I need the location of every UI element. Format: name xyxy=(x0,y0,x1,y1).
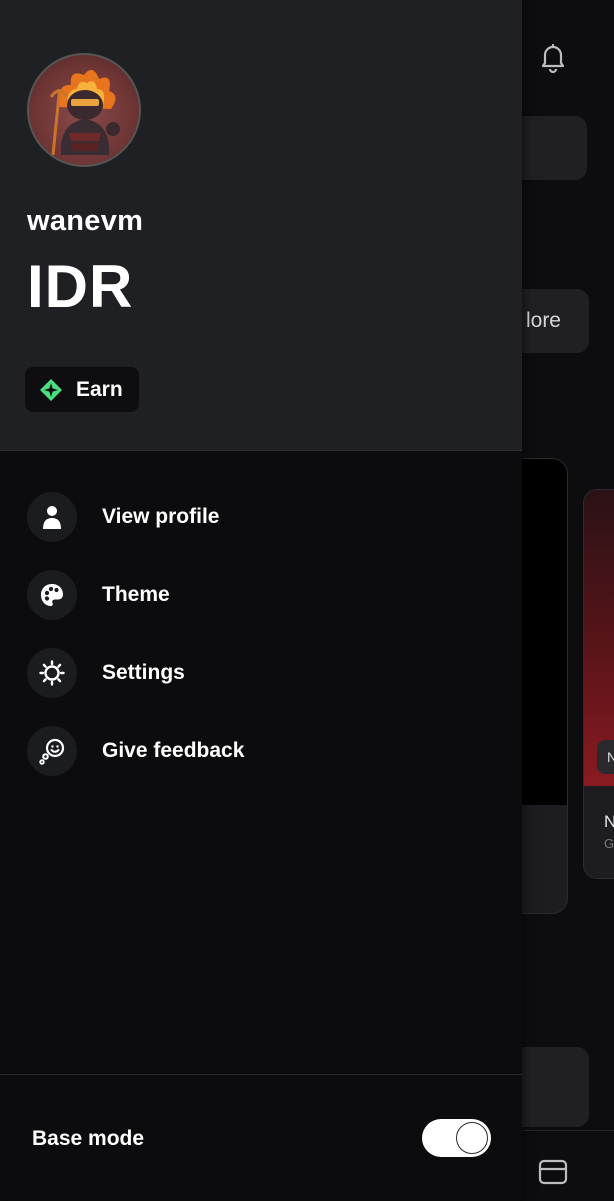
tile-subtitle: G xyxy=(604,836,614,851)
avatar-image xyxy=(49,69,120,156)
tile-title: N xyxy=(604,812,614,832)
menu-item-label: Theme xyxy=(102,583,170,606)
drawer-menu: View profile Theme Settings Give feedbac… xyxy=(0,478,522,790)
username: wanevm xyxy=(27,205,144,237)
toggle-knob xyxy=(456,1122,488,1154)
more-button-label: lore xyxy=(525,309,561,332)
palette-icon xyxy=(27,570,77,620)
menu-item-view-profile[interactable]: View profile xyxy=(0,478,522,556)
base-mode-toggle[interactable] xyxy=(422,1119,491,1157)
currency-label: IDR xyxy=(27,253,134,320)
menu-item-theme[interactable]: Theme xyxy=(0,556,522,634)
tile-tag: N xyxy=(597,740,614,774)
content-tile[interactable]: N N G xyxy=(583,489,614,879)
menu-item-label: Give feedback xyxy=(102,739,245,762)
bell-icon[interactable] xyxy=(536,40,570,74)
wallet-icon[interactable] xyxy=(537,1156,569,1188)
earn-button[interactable]: Earn xyxy=(25,367,139,412)
base-mode-label: Base mode xyxy=(32,1127,145,1150)
earn-button-label: Earn xyxy=(76,377,123,401)
feedback-icon xyxy=(27,726,77,776)
menu-item-give-feedback[interactable]: Give feedback xyxy=(0,712,522,790)
person-icon xyxy=(27,492,77,542)
avatar[interactable] xyxy=(27,53,141,167)
menu-item-label: Settings xyxy=(102,661,185,684)
menu-item-label: View profile xyxy=(102,505,220,528)
side-drawer: wanevm IDR Earn View profile Theme Setti… xyxy=(0,0,522,1200)
gear-icon xyxy=(27,648,77,698)
drawer-header: wanevm IDR Earn xyxy=(0,0,522,451)
menu-item-settings[interactable]: Settings xyxy=(0,634,522,712)
drawer-footer: Base mode xyxy=(0,1074,522,1201)
sparkle-icon xyxy=(40,378,62,401)
